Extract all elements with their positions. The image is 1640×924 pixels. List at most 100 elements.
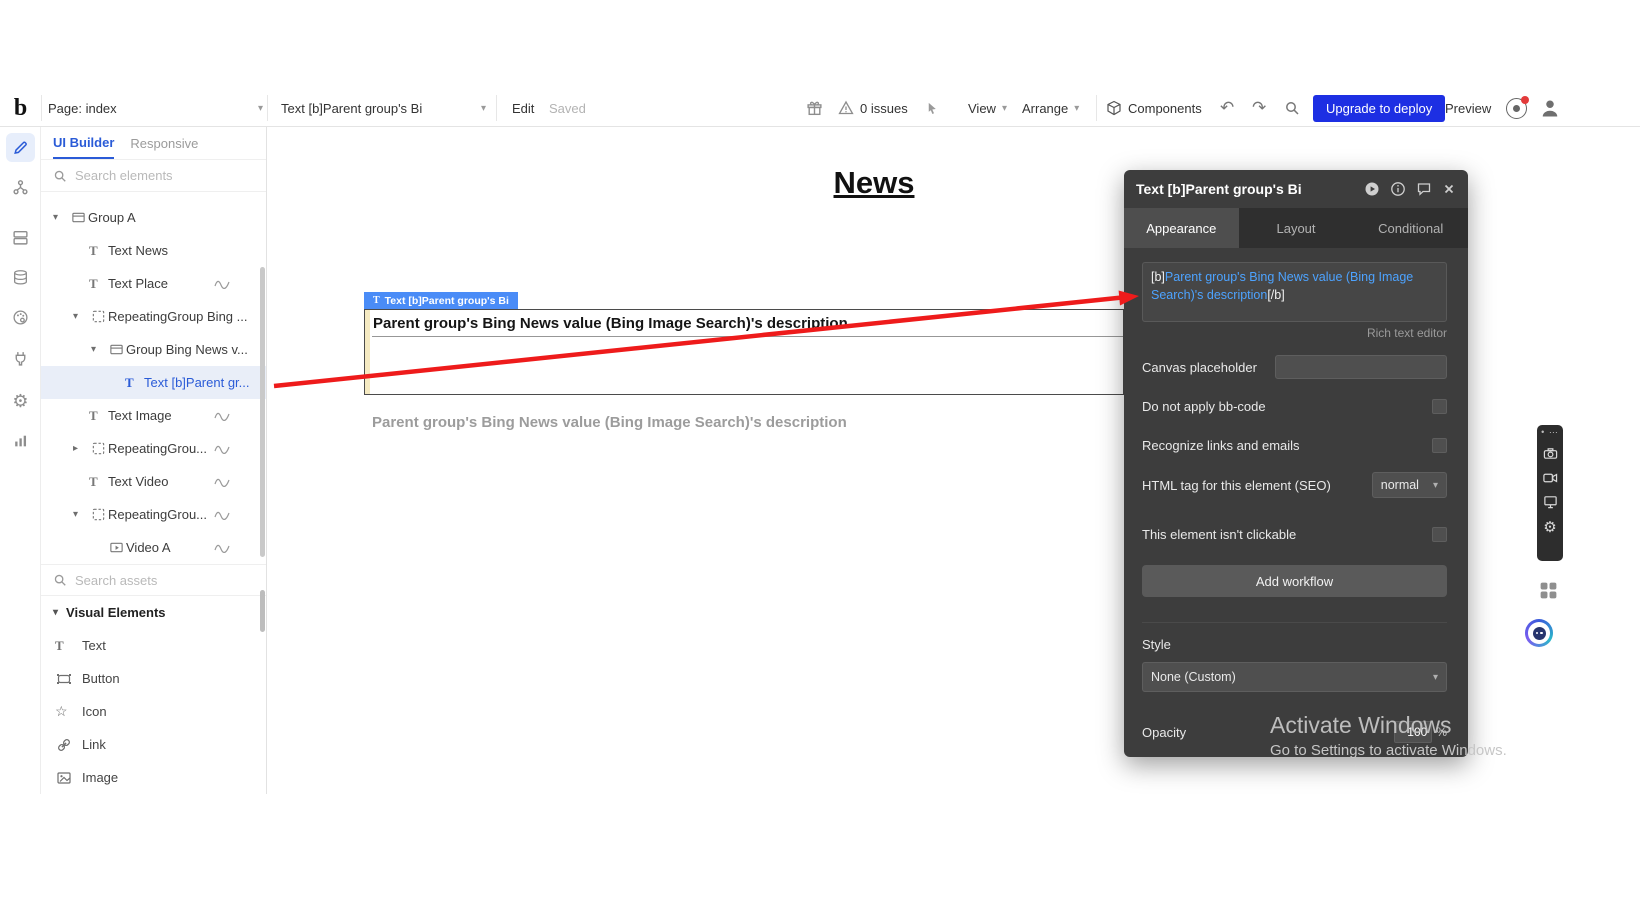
bubble-logo[interactable]: b xyxy=(0,90,41,126)
more-options-icon[interactable]: • ⋯ xyxy=(1541,428,1559,437)
caret-down-icon[interactable]: ▾ xyxy=(53,212,69,223)
info-icon[interactable] xyxy=(1390,181,1406,197)
search-button[interactable] xyxy=(1284,90,1300,126)
tree-item-text-image[interactable]: T Text Image xyxy=(41,399,266,432)
tree-item-text-video[interactable]: T Text Video xyxy=(41,465,266,498)
edit-mode-label[interactable]: Edit xyxy=(512,90,534,126)
image-icon xyxy=(55,770,73,786)
redo-icon: ↷ xyxy=(1252,98,1266,118)
palette-item-icon[interactable]: ☆ Icon xyxy=(41,695,266,728)
play-icon[interactable] xyxy=(1364,181,1380,197)
tree-item-repeatinggroup-3[interactable]: ▾ RepeatingGrou... xyxy=(41,498,266,531)
html-tag-select[interactable]: normal ▾ xyxy=(1372,472,1447,498)
tab-responsive[interactable]: Responsive xyxy=(130,127,198,159)
opacity-input[interactable] xyxy=(1394,721,1432,743)
settings-gear-icon[interactable]: ⚙ xyxy=(6,386,35,415)
tree-item-group-a[interactable]: ▾ Group A xyxy=(41,201,266,234)
caret-down-icon[interactable]: ▾ xyxy=(73,509,89,520)
tree-item-group-bing-news[interactable]: ▾ Group Bing News v... xyxy=(41,333,266,366)
preview-button[interactable]: Preview xyxy=(1445,90,1491,126)
assistant-bubble-icon[interactable] xyxy=(1525,619,1553,647)
selected-element-tag[interactable]: T Text [b]Parent group's Bi xyxy=(364,292,518,309)
tree-item-video-a[interactable]: Video A xyxy=(41,531,266,564)
monitor-icon[interactable] xyxy=(1543,494,1558,509)
dynamic-expression-icon xyxy=(214,443,230,455)
links-emails-label: Recognize links and emails xyxy=(1142,438,1300,453)
caret-right-icon[interactable]: ▸ xyxy=(73,443,89,454)
sidebar-scrollbar[interactable] xyxy=(260,267,265,557)
undo-icon: ↶ xyxy=(1220,98,1234,118)
plugins-icon[interactable] xyxy=(6,344,35,373)
search-assets-input[interactable] xyxy=(75,573,254,588)
palette-item-button[interactable]: Button xyxy=(41,662,266,695)
account-avatar[interactable] xyxy=(1540,90,1560,126)
logs-chart-icon[interactable] xyxy=(6,426,35,455)
tree-item-repeatinggroup-bing[interactable]: ▾ RepeatingGroup Bing ... xyxy=(41,300,266,333)
caret-down-icon[interactable]: ▾ xyxy=(73,311,89,322)
tree-item-text-place[interactable]: T Text Place xyxy=(41,267,266,300)
style-value: None (Custom) xyxy=(1151,670,1236,684)
tab-appearance[interactable]: Appearance xyxy=(1124,208,1239,248)
bbcode-close-tag: [/b] xyxy=(1267,288,1284,302)
issues-indicator[interactable]: 0 issues xyxy=(838,90,908,126)
gift-button[interactable] xyxy=(806,90,823,126)
database-icon[interactable] xyxy=(6,263,35,292)
element-selector[interactable]: Text [b]Parent group's Bi ▾ xyxy=(281,90,486,126)
tree-item-repeatinggroup-2[interactable]: ▸ RepeatingGrou... xyxy=(41,432,266,465)
chevron-down-icon: ▾ xyxy=(1002,103,1007,114)
screenshot-camera-icon[interactable] xyxy=(1543,446,1558,461)
toolbar-gear-icon[interactable]: ⚙ xyxy=(1543,518,1556,536)
rich-text-editor-hint[interactable]: Rich text editor xyxy=(1142,326,1447,340)
canvas-placeholder-input[interactable] xyxy=(1275,355,1447,379)
tree-item-text-parent-group-selected[interactable]: T Text [b]Parent gr... xyxy=(41,366,266,399)
search-elements-input[interactable] xyxy=(75,168,254,183)
components-button[interactable]: Components xyxy=(1106,90,1202,126)
select-cursor-tool[interactable] xyxy=(925,90,940,126)
canvas-placeholder-label: Canvas placeholder xyxy=(1142,360,1257,375)
palette-item-link[interactable]: Link xyxy=(41,728,266,761)
search-icon xyxy=(53,169,67,183)
palette-item-text[interactable]: T Text xyxy=(41,629,266,662)
saved-status: Saved xyxy=(549,90,586,126)
selected-text-element[interactable]: Parent group's Bing News value (Bing Ima… xyxy=(364,309,1124,395)
comment-icon[interactable] xyxy=(1416,181,1432,197)
links-emails-checkbox[interactable] xyxy=(1432,438,1447,453)
tab-conditional[interactable]: Conditional xyxy=(1353,208,1468,248)
repeating-group-icon xyxy=(89,507,108,522)
tab-ui-builder[interactable]: UI Builder xyxy=(53,127,114,159)
tab-layout[interactable]: Layout xyxy=(1239,208,1354,248)
ui-builder-pencil-icon[interactable] xyxy=(6,133,35,162)
dynamic-expression-icon xyxy=(214,476,230,488)
page-selector[interactable]: Page: index ▾ xyxy=(48,90,263,126)
palette-item-image[interactable]: Image xyxy=(41,761,266,794)
notification-badge xyxy=(1521,96,1529,104)
undo-button[interactable]: ↶ xyxy=(1220,90,1234,126)
view-menu[interactable]: View ▾ xyxy=(968,90,1007,126)
palette-item-label: Icon xyxy=(82,704,107,719)
upgrade-to-deploy-button[interactable]: Upgrade to deploy xyxy=(1313,95,1445,122)
pages-icon[interactable] xyxy=(6,223,35,252)
tree-item-text-news[interactable]: T Text News xyxy=(41,234,266,267)
visual-elements-header[interactable]: ▾ Visual Elements xyxy=(41,596,266,629)
html-tag-label: HTML tag for this element (SEO) xyxy=(1142,478,1331,493)
arrange-menu[interactable]: Arrange ▾ xyxy=(1022,90,1079,126)
avatar-icon xyxy=(1540,98,1560,118)
workflow-icon[interactable] xyxy=(6,173,35,202)
property-editor-header[interactable]: Text [b]Parent group's Bi xyxy=(1124,170,1468,208)
help-button[interactable] xyxy=(1506,90,1527,126)
rich-text-editor-field[interactable]: [b]Parent group's Bing News value (Bing … xyxy=(1142,262,1447,322)
redo-button[interactable]: ↷ xyxy=(1252,90,1266,126)
components-grid-icon[interactable] xyxy=(1538,580,1559,601)
record-video-icon[interactable] xyxy=(1542,470,1558,485)
bb-code-checkbox[interactable] xyxy=(1432,399,1447,414)
styles-palette-icon[interactable] xyxy=(6,303,35,332)
text-icon: T xyxy=(89,474,108,490)
palette-item-label: Image xyxy=(82,770,118,785)
add-workflow-button[interactable]: Add workflow xyxy=(1142,565,1447,597)
style-select[interactable]: None (Custom) ▾ xyxy=(1142,662,1447,692)
close-icon[interactable] xyxy=(1442,182,1456,196)
not-clickable-checkbox[interactable] xyxy=(1432,527,1447,542)
sidebar-scrollbar-lower[interactable] xyxy=(260,590,265,632)
canvas[interactable]: News T Text [b]Parent group's Bi Parent … xyxy=(267,127,1640,794)
caret-down-icon[interactable]: ▾ xyxy=(91,344,107,355)
